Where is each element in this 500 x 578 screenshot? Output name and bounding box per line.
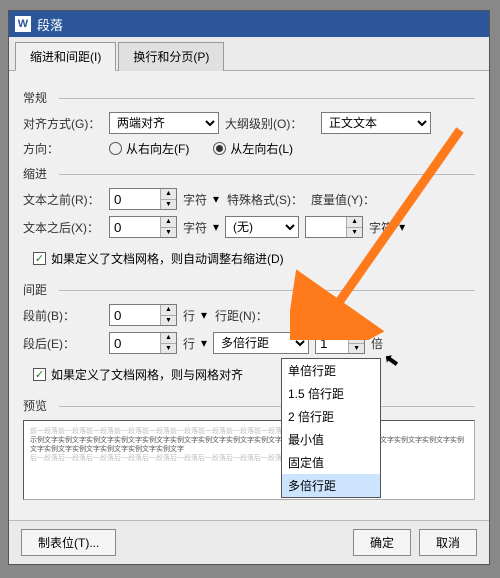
at-spinner[interactable]: ▲▼ — [315, 332, 365, 354]
auto-adjust-indent-check[interactable]: ✓ 如果定义了文档网格，则自动调整右缩进(D) — [33, 250, 284, 267]
radio-icon — [109, 142, 122, 155]
outline-label: 大纲级别(O)： — [225, 115, 315, 132]
alignment-label: 对齐方式(G)： — [23, 115, 103, 132]
dropdown-option[interactable]: 1.5 倍行距 — [282, 382, 380, 405]
direction-ltr-radio[interactable]: 从左向右(L) — [213, 140, 293, 157]
line-spacing-label: 行距(N)： — [215, 307, 287, 324]
dropdown-option[interactable]: 固定值 — [282, 451, 380, 474]
snap-grid-check[interactable]: ✓ 如果定义了文档网格，则与网格对齐 — [33, 366, 243, 383]
space-before-label: 段前(B)： — [23, 307, 103, 324]
indent-after-spinner[interactable]: ▲▼ — [109, 216, 177, 238]
unit-label: 行 — [183, 335, 195, 352]
indent-before-label: 文本之前(R)： — [23, 191, 103, 208]
tabs-button[interactable]: 制表位(T)... — [21, 529, 116, 556]
preview-box: 前一段落前一段落前一段落前一段落前一段落前一段落前一段落前一段落前一段落 示例文… — [23, 420, 475, 500]
line-spacing-dropdown[interactable]: 单倍行距 1.5 倍行距 2 倍行距 最小值 固定值 多倍行距 — [281, 358, 381, 498]
by-label: 度量值(Y)： — [311, 191, 379, 208]
alignment-select[interactable]: 两端对齐 — [109, 112, 219, 134]
dropdown-option[interactable]: 2 倍行距 — [282, 405, 380, 428]
special-format-select[interactable]: (无) — [225, 216, 299, 238]
unit-label: 字符 — [369, 219, 393, 236]
paragraph-dialog: W 段落 缩进和间距(I) 换行和分页(P) 常规 对齐方式(G)： 两端对齐 … — [8, 10, 490, 565]
group-indent: 缩进 — [23, 165, 475, 182]
dropdown-option[interactable]: 多倍行距 — [282, 474, 380, 497]
unit-label: 行 — [183, 307, 195, 324]
space-after-spinner[interactable]: ▲▼ — [109, 332, 177, 354]
indent-after-label: 文本之后(X)： — [23, 219, 103, 236]
button-bar: 制表位(T)... 确定 取消 — [9, 520, 489, 564]
ok-button[interactable]: 确定 — [353, 529, 411, 556]
checkbox-icon: ✓ — [33, 252, 46, 265]
group-spacing: 间距 — [23, 281, 475, 298]
unit-label: 倍 — [371, 335, 383, 352]
title-bar[interactable]: W 段落 — [9, 11, 489, 37]
tab-indent-spacing[interactable]: 缩进和间距(I) — [15, 42, 116, 71]
window-title: 段落 — [37, 15, 63, 34]
space-after-label: 段后(E)： — [23, 335, 103, 352]
checkbox-icon: ✓ — [33, 368, 46, 381]
group-general: 常规 — [23, 89, 475, 106]
by-spinner[interactable]: ▲▼ — [305, 216, 363, 238]
group-preview: 预览 — [23, 397, 475, 414]
outline-select[interactable]: 正文文本 — [321, 112, 431, 134]
line-spacing-select[interactable]: 多倍行距 — [213, 332, 309, 354]
tab-strip: 缩进和间距(I) 换行和分页(P) — [9, 37, 489, 71]
dropdown-option[interactable]: 单倍行距 — [282, 359, 380, 382]
direction-rtl-radio[interactable]: 从右向左(F) — [109, 140, 189, 157]
tab-line-page-breaks[interactable]: 换行和分页(P) — [118, 42, 224, 71]
special-label: 特殊格式(S)： — [227, 191, 305, 208]
dialog-content: 常规 对齐方式(G)： 两端对齐 大纲级别(O)： 正文文本 方向： 从右向左(… — [9, 71, 489, 520]
direction-label: 方向： — [23, 140, 103, 157]
cancel-button[interactable]: 取消 — [419, 529, 477, 556]
unit-label: 字符 — [183, 191, 207, 208]
indent-before-spinner[interactable]: ▲▼ — [109, 188, 177, 210]
radio-icon — [213, 142, 226, 155]
unit-label: 字符 — [183, 219, 207, 236]
at-label: 设置值(A)： — [293, 307, 365, 324]
app-icon: W — [15, 16, 31, 32]
dropdown-option[interactable]: 最小值 — [282, 428, 380, 451]
space-before-spinner[interactable]: ▲▼ — [109, 304, 177, 326]
